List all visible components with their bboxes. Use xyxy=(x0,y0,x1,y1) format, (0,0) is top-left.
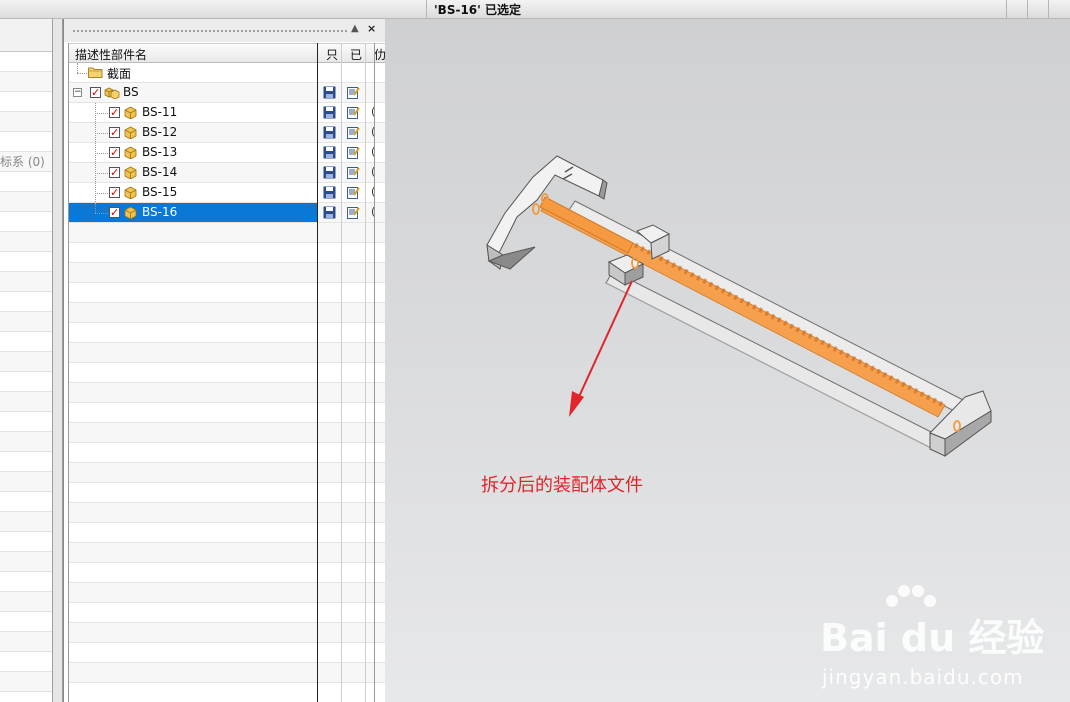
tree-row-label: BS-16 xyxy=(142,205,178,219)
edit-icon[interactable] xyxy=(347,86,360,99)
tree-row-label: BS-12 xyxy=(142,125,178,139)
folder-icon xyxy=(88,67,103,78)
empty-row xyxy=(69,443,385,463)
visibility-checkbox[interactable]: ✓ xyxy=(90,87,101,98)
part-cube-icon xyxy=(124,186,137,199)
left-panel: 标系 (0) xyxy=(0,19,53,702)
part-cube-icon xyxy=(124,126,137,139)
visibility-checkbox[interactable]: ✓ xyxy=(109,107,120,118)
edit-icon[interactable] xyxy=(347,106,360,119)
empty-row xyxy=(69,583,385,603)
empty-row xyxy=(69,483,385,503)
empty-row xyxy=(69,343,385,363)
tree-row-part[interactable]: ✓BS-14( xyxy=(69,163,385,183)
column-part-name[interactable]: 描述性部件名 xyxy=(75,46,147,63)
tree-rows: 截面 − ✓ BS ✓BS-11(✓BS-12(✓BS-13(✓BS-14(✓B… xyxy=(69,63,385,702)
empty-row xyxy=(69,223,385,243)
tree-row-part[interactable]: ✓BS-16( xyxy=(69,203,385,223)
tree-row-bs[interactable]: − ✓ BS xyxy=(69,83,385,103)
edit-icon[interactable] xyxy=(347,146,360,159)
annotation-text: 拆分后的装配体文件 xyxy=(481,475,643,496)
tree-row-part[interactable]: ✓BS-15( xyxy=(69,183,385,203)
assembly-icon xyxy=(104,87,120,99)
empty-row xyxy=(69,603,385,623)
tree-row-label: 截面 xyxy=(107,67,132,81)
watermark-url: jingyan.baidu.com xyxy=(822,665,1024,689)
close-icon[interactable]: × xyxy=(367,22,376,35)
save-icon[interactable] xyxy=(323,186,336,199)
watermark-main-text: Bai du 经验 xyxy=(820,616,1045,660)
tree-row-section[interactable]: 截面 xyxy=(69,63,385,83)
collapse-arrow-icon[interactable]: ▲ xyxy=(351,23,359,34)
empty-row xyxy=(69,563,385,583)
save-icon[interactable] xyxy=(323,166,336,179)
tree-row-part[interactable]: ✓BS-12( xyxy=(69,123,385,143)
tree-row-label: BS-13 xyxy=(142,145,178,159)
empty-row xyxy=(69,363,385,383)
empty-row xyxy=(69,463,385,483)
empty-row xyxy=(69,503,385,523)
edit-icon[interactable] xyxy=(347,206,360,219)
empty-row xyxy=(69,383,385,403)
edit-icon[interactable] xyxy=(347,186,360,199)
save-icon[interactable] xyxy=(323,206,336,219)
empty-row xyxy=(69,683,385,702)
panel-splitter[interactable] xyxy=(53,19,63,702)
column-readonly[interactable]: 只 xyxy=(326,46,338,63)
tree-row-label: BS-14 xyxy=(142,165,178,179)
coordinate-system-label[interactable]: 标系 (0) xyxy=(0,153,45,170)
tree-row-label: BS-15 xyxy=(142,185,178,199)
selection-status: 'BS-16' 已选定 xyxy=(434,3,521,17)
part-cube-icon xyxy=(124,146,137,159)
save-icon[interactable] xyxy=(323,86,336,99)
empty-row xyxy=(69,403,385,423)
empty-row xyxy=(69,543,385,563)
status-bar: 'BS-16' 已选定 xyxy=(0,0,1070,19)
empty-row xyxy=(69,303,385,323)
visibility-checkbox[interactable]: ✓ xyxy=(109,147,120,158)
visibility-checkbox[interactable]: ✓ xyxy=(109,207,120,218)
tree-row-part[interactable]: ✓BS-13( xyxy=(69,143,385,163)
tree-row-label: BS-11 xyxy=(142,105,178,119)
edit-icon[interactable] xyxy=(347,166,360,179)
visibility-checkbox[interactable]: ✓ xyxy=(109,167,120,178)
tree-row-part[interactable]: ✓BS-11( xyxy=(69,103,385,123)
empty-row xyxy=(69,323,385,343)
empty-row xyxy=(69,263,385,283)
caliper-model[interactable] xyxy=(385,19,1070,702)
save-icon[interactable] xyxy=(323,106,336,119)
part-cube-icon xyxy=(124,106,137,119)
column-header: 描述性部件名 只 已 仂 xyxy=(69,43,385,63)
graphics-viewport[interactable]: 拆分后的装配体文件 Bai du 经验 jingyan.baidu.com xyxy=(385,19,1070,702)
tree-row-label: BS xyxy=(123,85,139,99)
column-modified[interactable]: 已 xyxy=(350,46,362,63)
edit-icon[interactable] xyxy=(347,126,360,139)
empty-row xyxy=(69,663,385,683)
navigator-titlebar[interactable]: ▲ × xyxy=(64,19,385,42)
empty-row xyxy=(69,243,385,263)
visibility-checkbox[interactable]: ✓ xyxy=(109,187,120,198)
part-cube-icon xyxy=(124,166,137,179)
assembly-navigator: ▲ × 描述性部件名 只 已 仂 截面 − ✓ BS ✓ BS-11 ✓ BS-… xyxy=(63,19,386,702)
save-icon[interactable] xyxy=(323,146,336,159)
part-cube-icon xyxy=(124,206,137,219)
empty-row xyxy=(69,623,385,643)
collapse-toggle-icon[interactable]: − xyxy=(73,88,82,97)
empty-row xyxy=(69,523,385,543)
visibility-checkbox[interactable]: ✓ xyxy=(109,127,120,138)
empty-row xyxy=(69,423,385,443)
save-icon[interactable] xyxy=(323,126,336,139)
empty-row xyxy=(69,643,385,663)
empty-row xyxy=(69,283,385,303)
